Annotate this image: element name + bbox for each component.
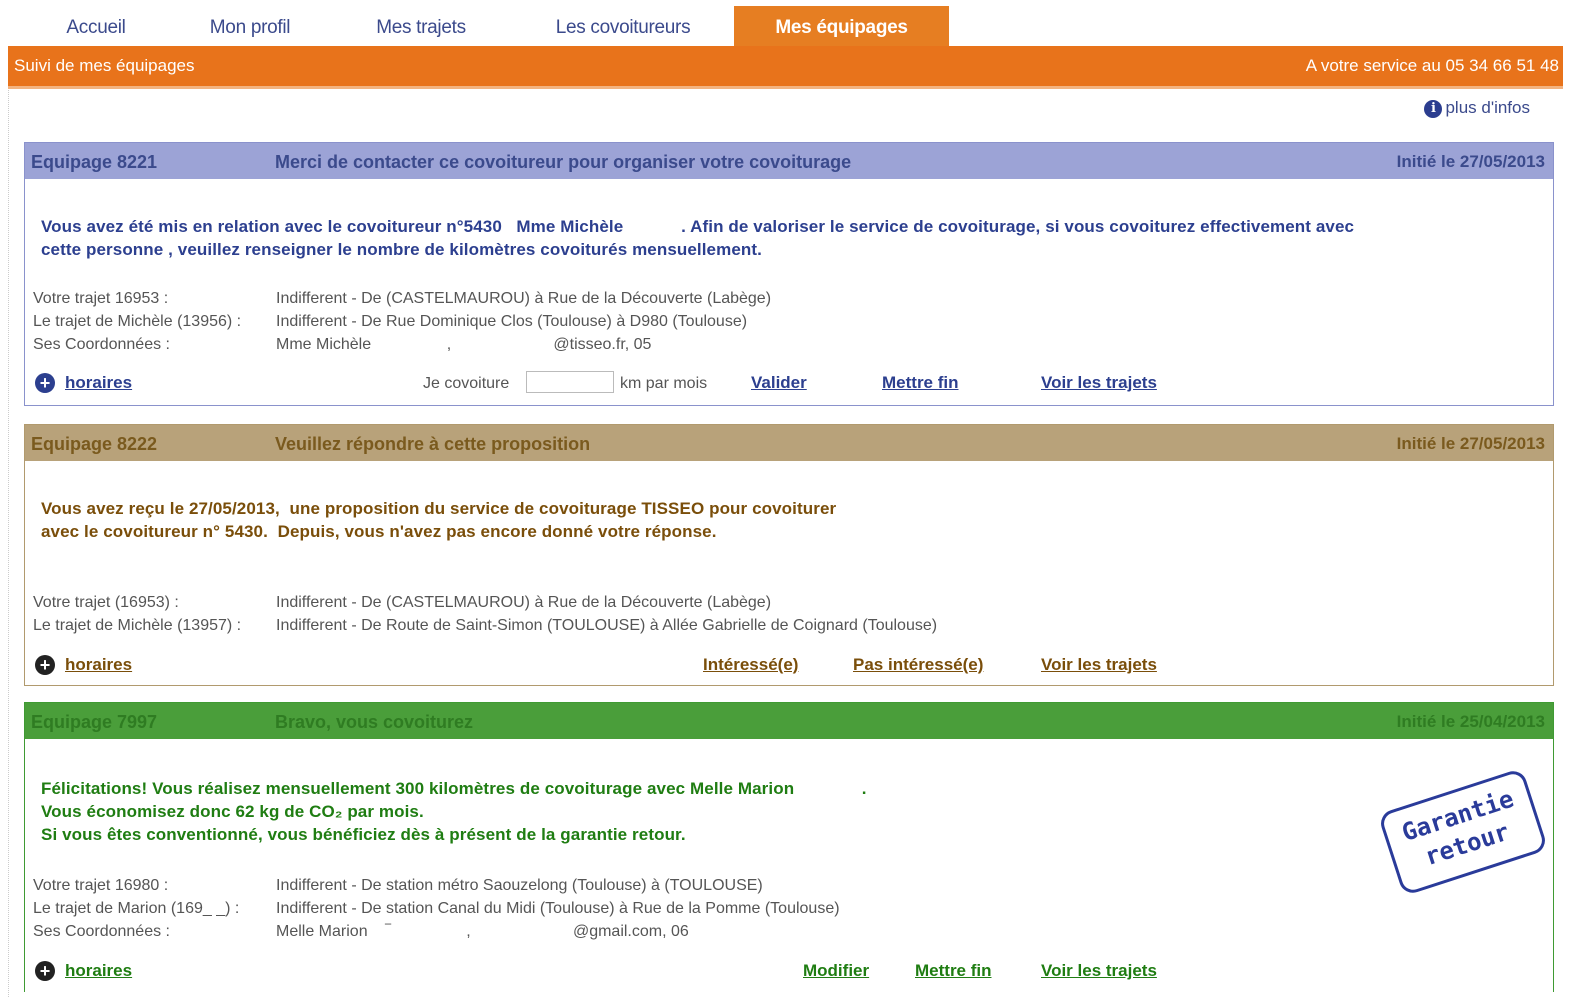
plus-icon[interactable]: + xyxy=(35,961,55,981)
garantie-retour-stamp: Garantie retour xyxy=(1377,767,1549,897)
mettre-fin-link[interactable]: Mettre fin xyxy=(882,373,959,393)
plus-icon[interactable]: + xyxy=(35,655,55,675)
equipage-intro: Vous avez été mis en relation avec le co… xyxy=(41,215,1354,261)
equipage-date: Initié le 25/04/2013 xyxy=(1396,712,1545,731)
row-label: Votre trajet 16953 : xyxy=(33,290,169,307)
row-value: Melle Marion ‾ , @gmail.com, 06 xyxy=(276,923,689,940)
trip-row: Le trajet de Marion (169_ _) : Indifferen… xyxy=(33,897,840,920)
equipage-actions: + horaires Modifier Mettre fin Voir les … xyxy=(33,959,1543,985)
row-label: Votre trajet (16953) : xyxy=(33,594,179,611)
left-guide-line xyxy=(8,86,10,997)
equipage-header: Equipage 8221 Merci de contacter ce covo… xyxy=(25,143,1553,179)
info-icon: i xyxy=(1424,99,1443,118)
equipage-status-message: Merci de contacter ce covoitureur pour o… xyxy=(275,152,852,172)
voir-les-trajets-link[interactable]: Voir les trajets xyxy=(1041,961,1157,981)
plus-infos-label: plus d'infos xyxy=(1445,98,1530,117)
banner-title: Suivi de mes équipages xyxy=(14,56,195,75)
trip-row: Le trajet de Michèle (13957) : Indifferen… xyxy=(33,614,937,637)
service-phone: A votre service au 05 34 66 51 48 xyxy=(1305,56,1559,75)
mettre-fin-link[interactable]: Mettre fin xyxy=(915,961,992,981)
equipage-number: Equipage 7997 xyxy=(31,712,158,732)
interesse-link[interactable]: Intéressé(e) xyxy=(703,655,798,675)
equipage-header: Equipage 8222 Veuillez répondre à cette … xyxy=(25,425,1553,461)
contact-row: Ses Coordonnées : Melle Marion ‾ , @gmail… xyxy=(33,920,689,943)
horaires-link[interactable]: horaires xyxy=(65,961,132,981)
modifier-link[interactable]: Modifier xyxy=(803,961,869,981)
equipage-status-message: Veuillez répondre à cette proposition xyxy=(275,434,591,454)
equipage-status-message: Bravo, vous covoiturez xyxy=(275,712,474,732)
je-covoiture-label: Je covoiture xyxy=(423,375,510,392)
km-per-month-input[interactable] xyxy=(526,371,614,393)
equipage-date: Initié le 27/05/2013 xyxy=(1396,152,1545,171)
row-value: Indifferent - De station Canal du Midi (… xyxy=(276,900,840,917)
row-value: Mme Michèle , @tisseo.fr, 05 xyxy=(276,336,652,353)
plus-icon[interactable]: + xyxy=(35,373,55,393)
equipage-card-8221: Equipage 8221 Merci de contacter ce covo… xyxy=(24,142,1554,406)
tab-mes-equipages[interactable]: Mes équipages xyxy=(734,6,949,46)
trip-row: Votre trajet 16953 : Indifferent - De (CA… xyxy=(33,287,771,310)
equipage-actions: + horaires Intéressé(e) Pas intéressé(e)… xyxy=(33,653,1543,679)
intro-line: Vous avez été mis en relation avec le co… xyxy=(41,217,1355,236)
intro-line: Vous avez reçu le 27/05/2013, une propos… xyxy=(41,499,837,518)
row-label: Votre trajet 16980 : xyxy=(33,877,169,894)
horaires-link[interactable]: horaires xyxy=(65,655,132,675)
row-value: Indifferent - De (CASTELMAUROU) à Rue de… xyxy=(276,290,772,307)
equipage-intro: Félicitations! Vous réalisez mensuelleme… xyxy=(41,777,867,846)
trip-row: Le trajet de Michèle (13956) : Indifferen… xyxy=(33,310,747,333)
equipage-date: Initié le 27/05/2013 xyxy=(1396,434,1545,453)
trip-row: Votre trajet (16953) : Indifferent - De (… xyxy=(33,591,771,614)
km-par-mois-label: km par mois xyxy=(620,375,708,392)
contact-row: Ses Coordonnées : Mme Michèle , @tisseo.f… xyxy=(33,333,651,356)
trip-row: Votre trajet 16980 : Indifferent - De sta… xyxy=(33,874,763,897)
row-value: Indifferent - De (CASTELMAUROU) à Rue de… xyxy=(276,594,772,611)
intro-line: Vous économisez donc 62 kg de CO₂ par mo… xyxy=(41,802,424,821)
tab-mes-trajets[interactable]: Mes trajets xyxy=(338,6,504,46)
row-label: Le trajet de Marion (169_ _) : xyxy=(33,900,240,917)
row-label: Le trajet de Michèle (13957) : xyxy=(33,617,242,634)
tab-les-covoitureurs[interactable]: Les covoitureurs xyxy=(528,6,718,46)
main-nav-tabs: Accueil Mon profil Mes trajets Les covoi… xyxy=(8,6,1563,46)
valider-link[interactable]: Valider xyxy=(751,373,807,393)
equipage-header: Equipage 7997 Bravo, vous covoiturez Ini… xyxy=(25,703,1553,739)
equipage-card-8222: Equipage 8222 Veuillez répondre à cette … xyxy=(24,424,1554,686)
voir-les-trajets-link[interactable]: Voir les trajets xyxy=(1041,655,1157,675)
row-label: Ses Coordonnées : xyxy=(33,923,170,940)
pas-interesse-link[interactable]: Pas intéressé(e) xyxy=(853,655,983,675)
row-label: Ses Coordonnées : xyxy=(33,336,170,353)
voir-les-trajets-link[interactable]: Voir les trajets xyxy=(1041,373,1157,393)
intro-line: Si vous êtes conventionné, vous bénéfici… xyxy=(41,825,686,844)
row-value: Indifferent - De Route de Saint-Simon (T… xyxy=(276,617,938,634)
row-label: Le trajet de Michèle (13956) : xyxy=(33,313,242,330)
intro-line: Félicitations! Vous réalisez mensuelleme… xyxy=(41,779,867,798)
horaires-link[interactable]: horaires xyxy=(65,373,132,393)
equipage-actions: + horaires Je covoiture km par mois Vali… xyxy=(33,371,1543,397)
equipage-number: Equipage 8221 xyxy=(31,152,158,172)
row-value: Indifferent - De station métro Saouzelon… xyxy=(276,877,763,894)
tab-mon-profil[interactable]: Mon profil xyxy=(184,6,316,46)
equipage-card-7997: Equipage 7997 Bravo, vous covoiturez Ini… xyxy=(24,702,1554,992)
equipage-number: Equipage 8222 xyxy=(31,434,158,454)
intro-line: avec le covoitureur n° 5430. Depuis, vou… xyxy=(41,522,717,541)
tab-accueil[interactable]: Accueil xyxy=(8,6,184,46)
section-banner: Suivi de mes équipages A votre service a… xyxy=(8,46,1563,89)
row-value: Indifferent - De Rue Dominique Clos (Tou… xyxy=(276,313,748,330)
plus-infos-link[interactable]: i plus d'infos xyxy=(1424,98,1530,118)
equipage-intro: Vous avez reçu le 27/05/2013, une propos… xyxy=(41,497,836,543)
intro-line: cette personne , veuillez renseigner le … xyxy=(41,240,762,259)
